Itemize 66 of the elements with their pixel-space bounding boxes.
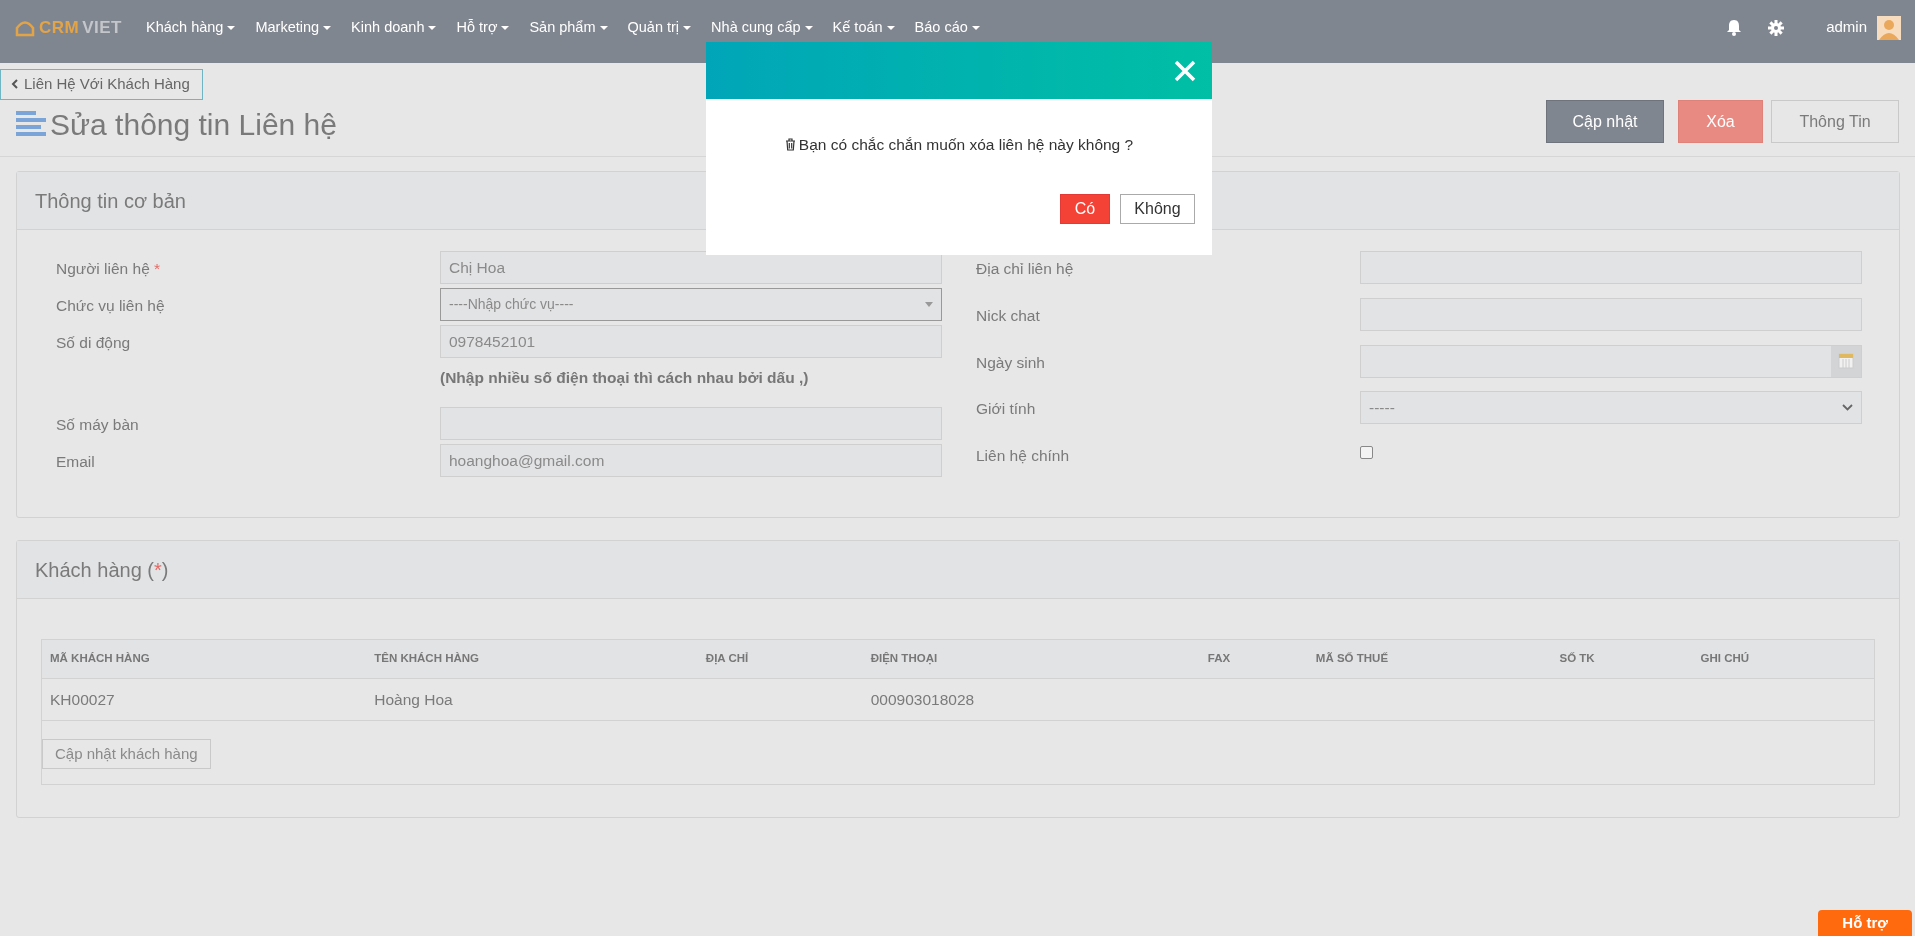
column-header: ĐIỆN THOẠI <box>862 640 1200 678</box>
settings-icon[interactable] <box>1768 19 1785 36</box>
nav-menu[interactable]: Khách hàng <box>136 16 246 39</box>
table-cell: KH00027 <box>42 678 367 721</box>
field-label: Người liên hệ * <box>56 259 162 279</box>
input-field[interactable]: hoanghoa@gmail.com <box>440 444 942 478</box>
back-link[interactable]: Liên Hệ Với Khách Hàng <box>0 69 203 100</box>
input-field[interactable]: 0978452101 <box>440 325 942 358</box>
bell-icon[interactable] <box>1726 19 1743 36</box>
dialog-message: Bạn có chắc chắn muốn xóa liên hệ này không ? <box>798 135 1134 155</box>
nav-menu[interactable]: Nhà cung cấp <box>701 16 823 39</box>
action-button[interactable]: Cập nhật <box>1546 100 1664 143</box>
nav-menu[interactable]: Kế toán <box>822 16 905 39</box>
input-field[interactable] <box>440 407 942 441</box>
field-label: Chức vụ liên hệ <box>56 296 166 316</box>
table-cell: 000903018028 <box>862 678 1200 721</box>
help-button[interactable]: Hỗ trợ <box>1818 909 1912 936</box>
date-field[interactable] <box>1360 344 1862 378</box>
input-field[interactable] <box>1360 297 1862 331</box>
column-header: SỐ TK <box>1551 640 1693 678</box>
field-label: Số máy bàn <box>56 415 140 436</box>
logo-text: VIET <box>82 16 122 39</box>
close-icon[interactable] <box>1174 59 1196 82</box>
user-name[interactable]: admin <box>1826 16 1867 39</box>
calendar-icon <box>1838 353 1854 370</box>
panel-title: Thông tin cơ bản <box>35 188 186 214</box>
logo-icon <box>14 18 36 37</box>
checkbox[interactable] <box>1360 446 1373 460</box>
avatar-icon[interactable] <box>1877 15 1901 40</box>
field-label: Ngày sinh <box>976 352 1046 373</box>
action-button[interactable]: Xóa <box>1678 100 1763 143</box>
page-title: Sửa thông tin Liên hệ <box>50 106 337 143</box>
dialog-button[interactable]: Có <box>1060 194 1110 225</box>
select-field[interactable]: ----Nhập chức vụ---- <box>440 288 942 321</box>
chevron-down-icon <box>1842 404 1853 412</box>
update-customer-button[interactable]: Cập nhật khách hàng <box>42 738 211 770</box>
input-field[interactable] <box>1360 251 1862 284</box>
panel-title: Khách hàng (*) <box>35 557 169 583</box>
field-label: Email <box>56 452 96 473</box>
nav-menu[interactable]: Hỗ trợ <box>446 16 520 39</box>
logo-text: CRM <box>39 16 80 39</box>
table-cell: Hoàng Hoa <box>366 678 698 721</box>
column-header: ĐỊA CHỈ <box>697 640 863 678</box>
nav-menu[interactable]: Kinh doanh <box>341 16 447 39</box>
field-label: Nick chat <box>976 305 1041 326</box>
trash-icon <box>784 138 796 152</box>
nav-menu[interactable]: Sản phẩm <box>519 16 618 39</box>
help-text: (Nhập nhiều số điện thoại thì cách nhau bởi dấu ,) <box>440 368 810 388</box>
column-header: TÊN KHÁCH HÀNG <box>366 640 698 678</box>
select-field[interactable]: ----- <box>1360 391 1862 425</box>
column-header: MÃ KHÁCH HÀNG <box>42 640 367 678</box>
field-label: Số di động <box>56 333 132 353</box>
field-label: Địa chỉ liên hệ <box>976 259 1075 279</box>
nav-menu[interactable]: Quản trị <box>617 16 702 39</box>
column-header: GHI CHÚ <box>1692 640 1874 678</box>
nav-menu[interactable]: Báo cáo <box>904 16 990 39</box>
dialog-button[interactable]: Không <box>1120 194 1195 225</box>
column-header: MÃ SỐ THUẾ <box>1307 640 1552 678</box>
nav-menu[interactable]: Marketing <box>245 16 342 39</box>
field-label: Liên hệ chính <box>976 446 1071 467</box>
list-icon <box>16 110 46 138</box>
field-label: Giới tính <box>976 399 1037 420</box>
action-button[interactable]: Thông Tin <box>1771 100 1899 143</box>
input-field[interactable]: Chị Hoa <box>440 251 942 284</box>
column-header: FAX <box>1199 640 1308 678</box>
chevron-left-icon <box>11 79 18 90</box>
